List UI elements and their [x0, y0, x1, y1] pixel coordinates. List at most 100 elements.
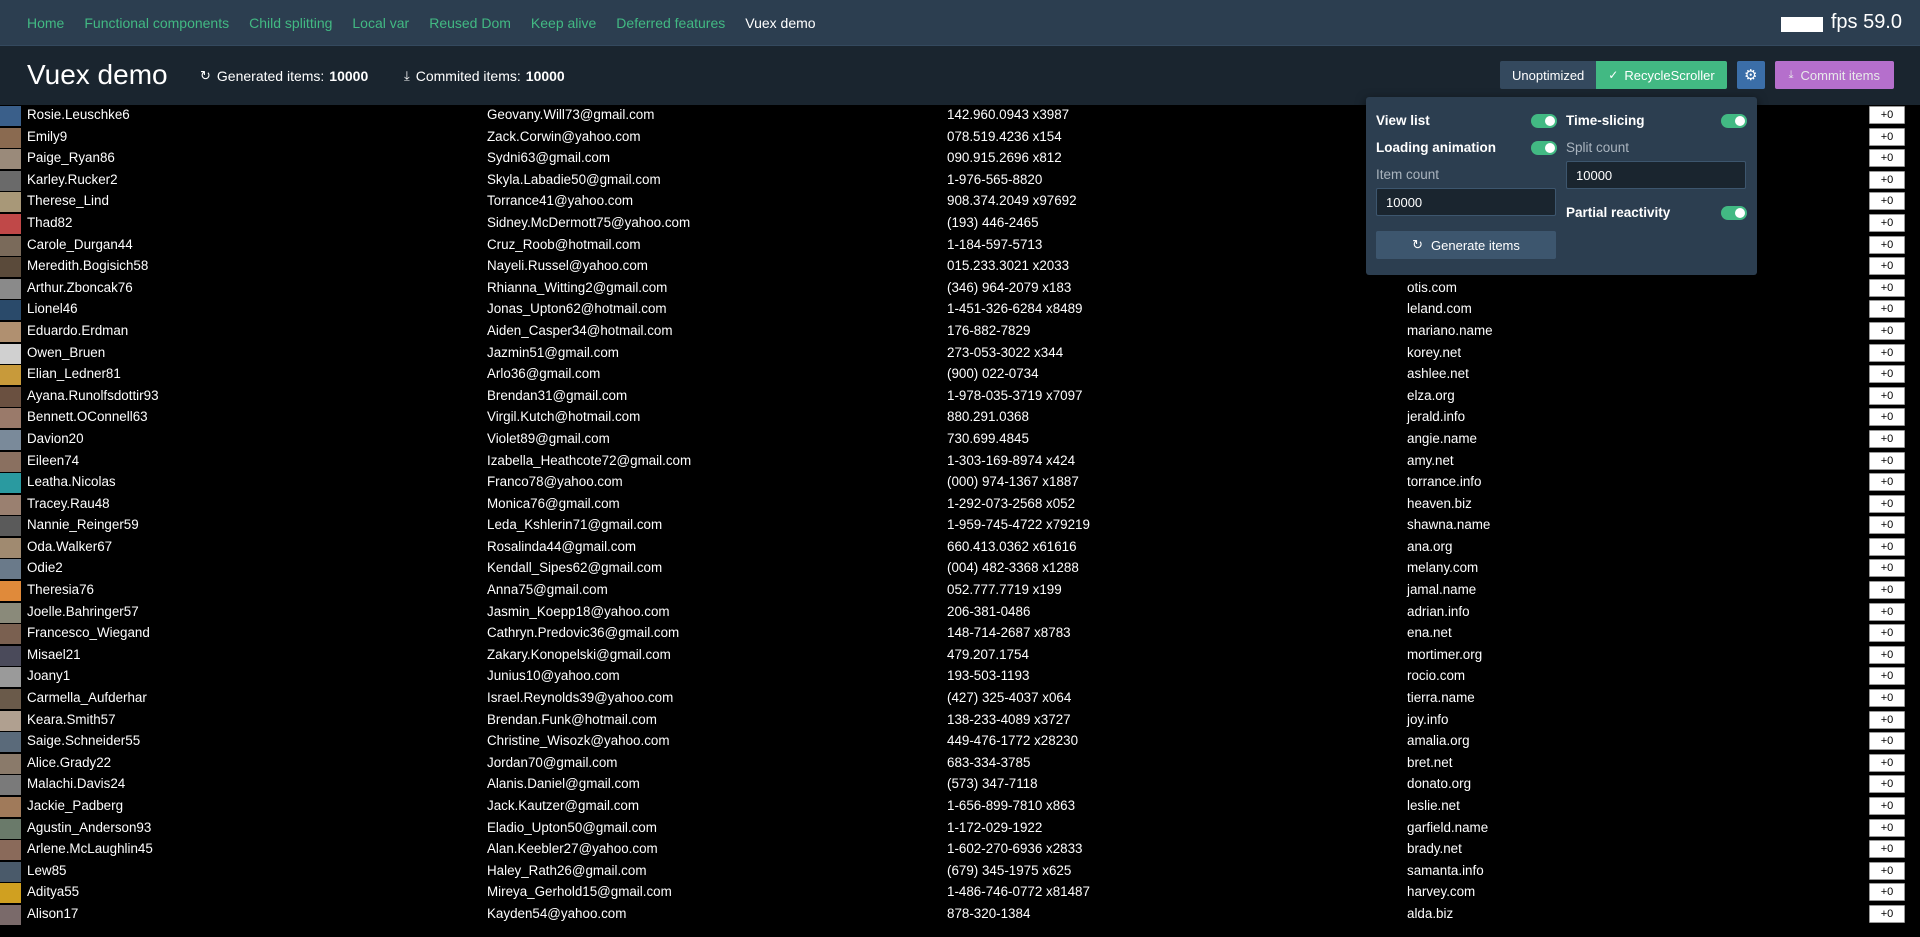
increment-button[interactable]: +0	[1869, 840, 1905, 859]
increment-button[interactable]: +0	[1869, 278, 1905, 297]
refresh-icon: ↻	[1412, 237, 1424, 252]
increment-button[interactable]: +0	[1869, 321, 1905, 340]
increment-button[interactable]: +0	[1869, 537, 1905, 556]
user-phone: 176-882-7829	[947, 322, 1031, 338]
increment-button[interactable]: +0	[1869, 689, 1905, 708]
table-row[interactable]: Lew85 Haley_Rath26@gmail.com (679) 345-197…	[0, 861, 1920, 883]
table-row[interactable]: Alice.Grady22 Jordan70@gmail.com 683-334-3…	[0, 753, 1920, 775]
user-name: Francesco_Wiegand	[27, 625, 150, 641]
nav-link-local-var[interactable]: Local var	[352, 15, 409, 31]
increment-button[interactable]: +0	[1869, 904, 1905, 923]
nav-link-child-splitting[interactable]: Child splitting	[249, 15, 332, 31]
view-list-toggle[interactable]	[1531, 114, 1557, 128]
increment-button[interactable]: +0	[1869, 473, 1905, 492]
table-row[interactable]: Tracey.Rau48 Monica76@gmail.com 1-292-073-…	[0, 494, 1920, 516]
increment-button[interactable]: +0	[1869, 235, 1905, 254]
increment-button[interactable]: +0	[1869, 797, 1905, 815]
generate-items-label: Generate items	[1431, 237, 1520, 253]
table-row[interactable]: Malachi.Davis24 Alanis.Daniel@gmail.com (5…	[0, 774, 1920, 796]
table-row[interactable]: Saige.Schneider55 Christine_Wisozk@yahoo.…	[0, 731, 1920, 753]
increment-button[interactable]: +0	[1869, 365, 1905, 384]
table-row[interactable]: Keara.Smith57 Brendan.Funk@hotmail.com 138…	[0, 710, 1920, 732]
increment-button[interactable]: +0	[1869, 127, 1905, 146]
loading-animation-toggle[interactable]	[1531, 141, 1557, 155]
increment-button[interactable]: +0	[1869, 386, 1905, 405]
nav-link-keep-alive[interactable]: Keep alive	[531, 15, 596, 31]
table-row[interactable]: Leatha.Nicolas Franco78@yahoo.com (000) 97…	[0, 472, 1920, 494]
user-phone: 683-334-3785	[947, 754, 1031, 770]
nav-link-deferred-features[interactable]: Deferred features	[616, 15, 725, 31]
increment-button[interactable]: +0	[1869, 257, 1905, 276]
increment-button[interactable]: +0	[1869, 645, 1905, 664]
increment-button[interactable]: +0	[1869, 494, 1905, 513]
user-email: Geovany.Will73@gmail.com	[487, 107, 655, 122]
user-phone: 1-978-035-3719 x7097	[947, 387, 1083, 403]
increment-button[interactable]: +0	[1869, 861, 1905, 880]
increment-button[interactable]: +0	[1869, 106, 1905, 124]
settings-button[interactable]: ⚙	[1736, 61, 1765, 89]
increment-button[interactable]: +0	[1869, 149, 1905, 168]
increment-button[interactable]: +0	[1869, 818, 1905, 837]
table-row[interactable]: Elian_Ledner81 Arlo36@gmail.com (900) 022-…	[0, 364, 1920, 386]
increment-button[interactable]: +0	[1869, 170, 1905, 189]
avatar	[0, 753, 21, 774]
increment-button[interactable]: +0	[1869, 516, 1905, 535]
increment-button[interactable]: +0	[1869, 300, 1905, 319]
increment-button[interactable]: +0	[1869, 775, 1905, 794]
user-website: mortimer.org	[1407, 646, 1483, 662]
nav-link-home[interactable]: Home	[27, 15, 64, 31]
user-website: melany.com	[1407, 560, 1479, 576]
increment-button[interactable]: +0	[1869, 343, 1905, 362]
table-row[interactable]: Eduardo.Erdman Aiden_Casper34@hotmail.com…	[0, 321, 1920, 343]
commit-items-button[interactable]: ⤓ Commit items	[1774, 61, 1894, 89]
increment-button[interactable]: +0	[1869, 559, 1905, 578]
table-row[interactable]: Ayana.Runolfsdottir93 Brendan31@gmail.com…	[0, 386, 1920, 408]
time-slicing-toggle[interactable]	[1721, 114, 1747, 128]
table-row[interactable]: Joelle.Bahringer57 Jasmin_Koepp18@yahoo.c…	[0, 602, 1920, 624]
table-row[interactable]: Francesco_Wiegand Cathryn.Predovic36@gmai…	[0, 623, 1920, 645]
table-row[interactable]: Joany1 Junius10@yahoo.com 193-503-1193 roci…	[0, 666, 1920, 688]
increment-button[interactable]: +0	[1869, 732, 1905, 751]
avatar	[0, 516, 21, 537]
nav-link-functional-components[interactable]: Functional components	[84, 15, 229, 31]
table-row[interactable]: Nannie_Reinger59 Leda_Kshlerin71@gmail.co…	[0, 515, 1920, 537]
table-row[interactable]: Agustin_Anderson93 Eladio_Upton50@gmail.c…	[0, 818, 1920, 840]
nav-link-vuex-demo[interactable]: Vuex demo	[745, 15, 815, 31]
table-row[interactable]: Jackie_Padberg Jack.Kautzer@gmail.com 1-65…	[0, 796, 1920, 818]
increment-button[interactable]: +0	[1869, 883, 1905, 902]
increment-button[interactable]: +0	[1869, 213, 1905, 232]
table-row[interactable]: Eileen74 Izabella_Heathcote72@gmail.com 1-…	[0, 451, 1920, 473]
increment-button[interactable]: +0	[1869, 429, 1905, 448]
table-row[interactable]: Davion20 Violet89@gmail.com 730.699.4845 an…	[0, 429, 1920, 451]
table-row[interactable]: Bennett.OConnell63 Virgil.Kutch@hotmail.c…	[0, 407, 1920, 429]
generate-items-button[interactable]: ↻ Generate items	[1376, 231, 1556, 259]
table-row[interactable]: Alison17 Kayden54@yahoo.com 878-320-1384 al…	[0, 904, 1920, 926]
unoptimized-button[interactable]: Unoptimized	[1500, 61, 1597, 89]
table-row[interactable]: Carmella_Aufderhar Israel.Reynolds39@yaho…	[0, 688, 1920, 710]
table-row[interactable]: Oda.Walker67 Rosalinda44@gmail.com 660.413…	[0, 537, 1920, 559]
increment-button[interactable]: +0	[1869, 667, 1905, 686]
table-row[interactable]: Aditya55 Mireya_Gerhold15@gmail.com 1-486-…	[0, 882, 1920, 904]
increment-button[interactable]: +0	[1869, 624, 1905, 643]
increment-button[interactable]: +0	[1869, 192, 1905, 211]
table-row[interactable]: Odie2 Kendall_Sipes62@gmail.com (004) 482-…	[0, 558, 1920, 580]
table-row[interactable]: Arthur.Zboncak76 Rhianna_Witting2@gmail.c…	[0, 278, 1920, 300]
increment-button[interactable]: +0	[1869, 581, 1905, 600]
item-count-input[interactable]: 10000	[1376, 188, 1556, 216]
increment-button[interactable]: +0	[1869, 408, 1905, 427]
split-count-input[interactable]: 10000	[1566, 161, 1746, 189]
table-row[interactable]: Misael21 Zakary.Konopelski@gmail.com 479.2…	[0, 645, 1920, 667]
increment-button[interactable]: +0	[1869, 602, 1905, 621]
user-email: Alanis.Daniel@gmail.com	[487, 776, 640, 792]
increment-button[interactable]: +0	[1869, 710, 1905, 729]
partial-reactivity-toggle[interactable]	[1721, 206, 1747, 220]
table-row[interactable]: Theresia76 Anna75@gmail.com 052.777.7719 x…	[0, 580, 1920, 602]
table-row[interactable]: Owen_Bruen Jazmin51@gmail.com 273-053-3022…	[0, 343, 1920, 365]
recycle-scroller-button[interactable]: ✓ RecycleScroller	[1596, 61, 1727, 89]
table-row[interactable]: Arlene.McLaughlin45 Alan.Keebler27@yahoo.…	[0, 839, 1920, 861]
nav-link-reused-dom[interactable]: Reused Dom	[429, 15, 511, 31]
table-row[interactable]: Lionel46 Jonas_Upton62@hotmail.com 1-451-3…	[0, 299, 1920, 321]
increment-button[interactable]: +0	[1869, 753, 1905, 772]
increment-button[interactable]: +0	[1869, 451, 1905, 470]
user-name: Lionel46	[27, 301, 78, 317]
